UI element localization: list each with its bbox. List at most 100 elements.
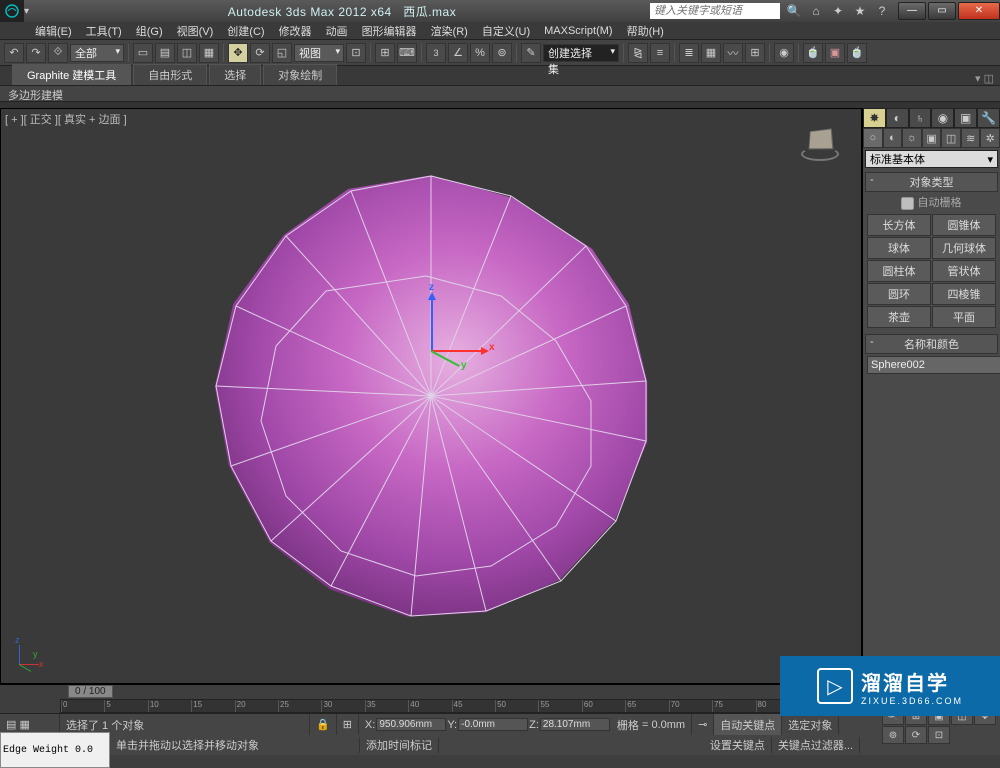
object-name-input[interactable] <box>867 356 1000 374</box>
autokey-button[interactable]: 自动关键点 <box>714 714 782 735</box>
create-tab[interactable]: ✸ <box>863 108 886 128</box>
select-by-name-button[interactable]: ▤ <box>155 43 175 63</box>
minimize-button[interactable]: — <box>898 2 926 20</box>
use-pivot-center-button[interactable]: ⊡ <box>346 43 366 63</box>
key-selset-dropdown[interactable]: 选定对象 <box>782 714 839 735</box>
systems-subtab[interactable]: ✲ <box>980 128 1000 148</box>
utilities-tab[interactable]: 🔧 <box>977 108 1000 128</box>
prim-box-button[interactable]: 长方体 <box>867 214 931 236</box>
nav-orbit-button[interactable]: ⟳ <box>905 726 927 744</box>
menu-tools[interactable]: 工具(T) <box>79 23 129 39</box>
infocenter-exchange-icon[interactable]: ✦ <box>830 3 846 19</box>
select-move-button[interactable]: ✥ <box>228 43 248 63</box>
prim-torus-button[interactable]: 圆环 <box>867 283 931 305</box>
ribbon-panel-label[interactable]: 多边形建模 <box>0 86 1000 102</box>
modify-tab[interactable]: ◐ <box>886 108 909 128</box>
coord-y-input[interactable] <box>458 718 528 731</box>
coord-z-input[interactable] <box>540 718 610 731</box>
infocenter-search-icon[interactable]: 🔍 <box>786 3 802 19</box>
keyboard-shortcut-button[interactable]: ⌨ <box>397 43 417 63</box>
nav-walk-button[interactable]: ⊚ <box>882 726 904 744</box>
percent-snap-button[interactable]: % <box>470 43 490 63</box>
ribbon-tab-freeform[interactable]: 自由形式 <box>133 64 207 85</box>
ribbon-tab-objectpaint[interactable]: 对象绘制 <box>263 64 337 85</box>
help-search-input[interactable] <box>650 3 780 19</box>
ribbon-collapse-icon[interactable]: ▾ ◫ <box>975 72 1000 85</box>
prim-pyramid-button[interactable]: 四棱锥 <box>932 283 996 305</box>
menu-create[interactable]: 创建(C) <box>220 23 271 39</box>
menu-modifiers[interactable]: 修改器 <box>272 23 319 39</box>
category-dropdown[interactable]: 标准基本体▾ <box>865 150 998 168</box>
coord-x-input[interactable] <box>376 718 446 731</box>
menu-edit[interactable]: 编辑(E) <box>28 23 79 39</box>
keyfilter-button[interactable]: 关键点过滤器... <box>772 737 860 753</box>
undo-button[interactable]: ↶ <box>4 43 24 63</box>
object-type-rollout[interactable]: 对象类型 <box>865 172 998 192</box>
prim-cylinder-button[interactable]: 圆柱体 <box>867 260 931 282</box>
snap-toggle-button[interactable]: 3 <box>426 43 446 63</box>
infocenter-favorites-icon[interactable]: ★ <box>852 3 868 19</box>
spinner-snap-button[interactable]: ⊚ <box>492 43 512 63</box>
menu-rendering[interactable]: 渲染(R) <box>424 23 475 39</box>
nav-maximize-button[interactable]: ⊡ <box>928 726 950 744</box>
time-ruler[interactable]: 05 1015 2025 3035 4045 5055 6065 7075 80 <box>60 699 800 713</box>
edit-named-sel-button[interactable]: ✎ <box>521 43 541 63</box>
key-mode-icon[interactable]: ⊸ <box>692 714 714 735</box>
select-manipulate-button[interactable]: ⊞ <box>375 43 395 63</box>
spacewarps-subtab[interactable]: ≋ <box>961 128 981 148</box>
prim-cone-button[interactable]: 圆锥体 <box>932 214 996 236</box>
add-time-tag[interactable]: 添加时间标记 <box>360 737 439 753</box>
link-button[interactable]: ⟐ <box>48 43 68 63</box>
rect-select-region-button[interactable]: ◫ <box>177 43 197 63</box>
window-crossing-button[interactable]: ▦ <box>199 43 219 63</box>
select-rotate-button[interactable]: ⟳ <box>250 43 270 63</box>
menu-customize[interactable]: 自定义(U) <box>475 23 537 39</box>
angle-snap-button[interactable]: ∠ <box>448 43 468 63</box>
curve-editor-button[interactable]: 〰 <box>723 43 743 63</box>
qat-dropdown-icon[interactable]: ▾ <box>24 6 34 17</box>
named-sel-set-dropdown[interactable]: 创建选择集 <box>543 44 619 62</box>
ribbon-tab-graphite[interactable]: Graphite 建模工具 <box>12 64 131 85</box>
close-button[interactable]: ✕ <box>958 2 1000 20</box>
layer-manager-button[interactable]: ≣ <box>679 43 699 63</box>
align-button[interactable]: ≡ <box>650 43 670 63</box>
transform-typein-mode[interactable]: ⊞ <box>337 714 359 735</box>
schematic-view-button[interactable]: ⊞ <box>745 43 765 63</box>
app-logo[interactable] <box>0 0 24 22</box>
selection-filter-dropdown[interactable]: 全部 <box>70 44 124 62</box>
infocenter-subscription-icon[interactable]: ⌂ <box>808 3 824 19</box>
render-production-button[interactable]: 🍵 <box>847 43 867 63</box>
viewport-label[interactable]: [ + ][ 正交 ][ 真实 + 边面 ] <box>5 111 127 127</box>
redo-button[interactable]: ↷ <box>26 43 46 63</box>
name-color-rollout[interactable]: 名称和颜色 <box>865 334 998 354</box>
viewcube[interactable] <box>795 119 845 169</box>
render-setup-button[interactable]: 🍵 <box>803 43 823 63</box>
prim-sphere-button[interactable]: 球体 <box>867 237 931 259</box>
menu-help[interactable]: 帮助(H) <box>620 23 671 39</box>
menu-maxscript[interactable]: MAXScript(M) <box>537 25 619 37</box>
select-scale-button[interactable]: ◱ <box>272 43 292 63</box>
rendered-frame-button[interactable]: ▣ <box>825 43 845 63</box>
mirror-button[interactable]: ⧎ <box>628 43 648 63</box>
setkey-button[interactable]: 设置关键点 <box>704 737 772 753</box>
graphite-toggle-button[interactable]: ▦ <box>701 43 721 63</box>
menu-group[interactable]: 组(G) <box>129 23 170 39</box>
sphere-object[interactable] <box>201 166 661 626</box>
cameras-subtab[interactable]: ▣ <box>922 128 942 148</box>
geometry-subtab[interactable]: ○ <box>863 128 883 148</box>
ribbon-tab-selection[interactable]: 选择 <box>209 64 261 85</box>
helpers-subtab[interactable]: ◫ <box>941 128 961 148</box>
material-editor-button[interactable]: ◉ <box>774 43 794 63</box>
prim-plane-button[interactable]: 平面 <box>932 306 996 328</box>
select-object-button[interactable]: ▭ <box>133 43 153 63</box>
viewport[interactable]: [ + ][ 正交 ][ 真实 + 边面 ] z x y x y z <box>0 108 862 684</box>
shapes-subtab[interactable]: ◐ <box>883 128 903 148</box>
prim-geosphere-button[interactable]: 几何球体 <box>932 237 996 259</box>
prim-tube-button[interactable]: 管状体 <box>932 260 996 282</box>
ref-coord-dropdown[interactable]: 视图 <box>294 44 344 62</box>
time-slider[interactable]: 0 / 100 <box>68 685 113 698</box>
menu-animation[interactable]: 动画 <box>319 23 355 39</box>
prim-teapot-button[interactable]: 茶壶 <box>867 306 931 328</box>
menu-views[interactable]: 视图(V) <box>170 23 221 39</box>
motion-tab[interactable]: ◉ <box>931 108 954 128</box>
